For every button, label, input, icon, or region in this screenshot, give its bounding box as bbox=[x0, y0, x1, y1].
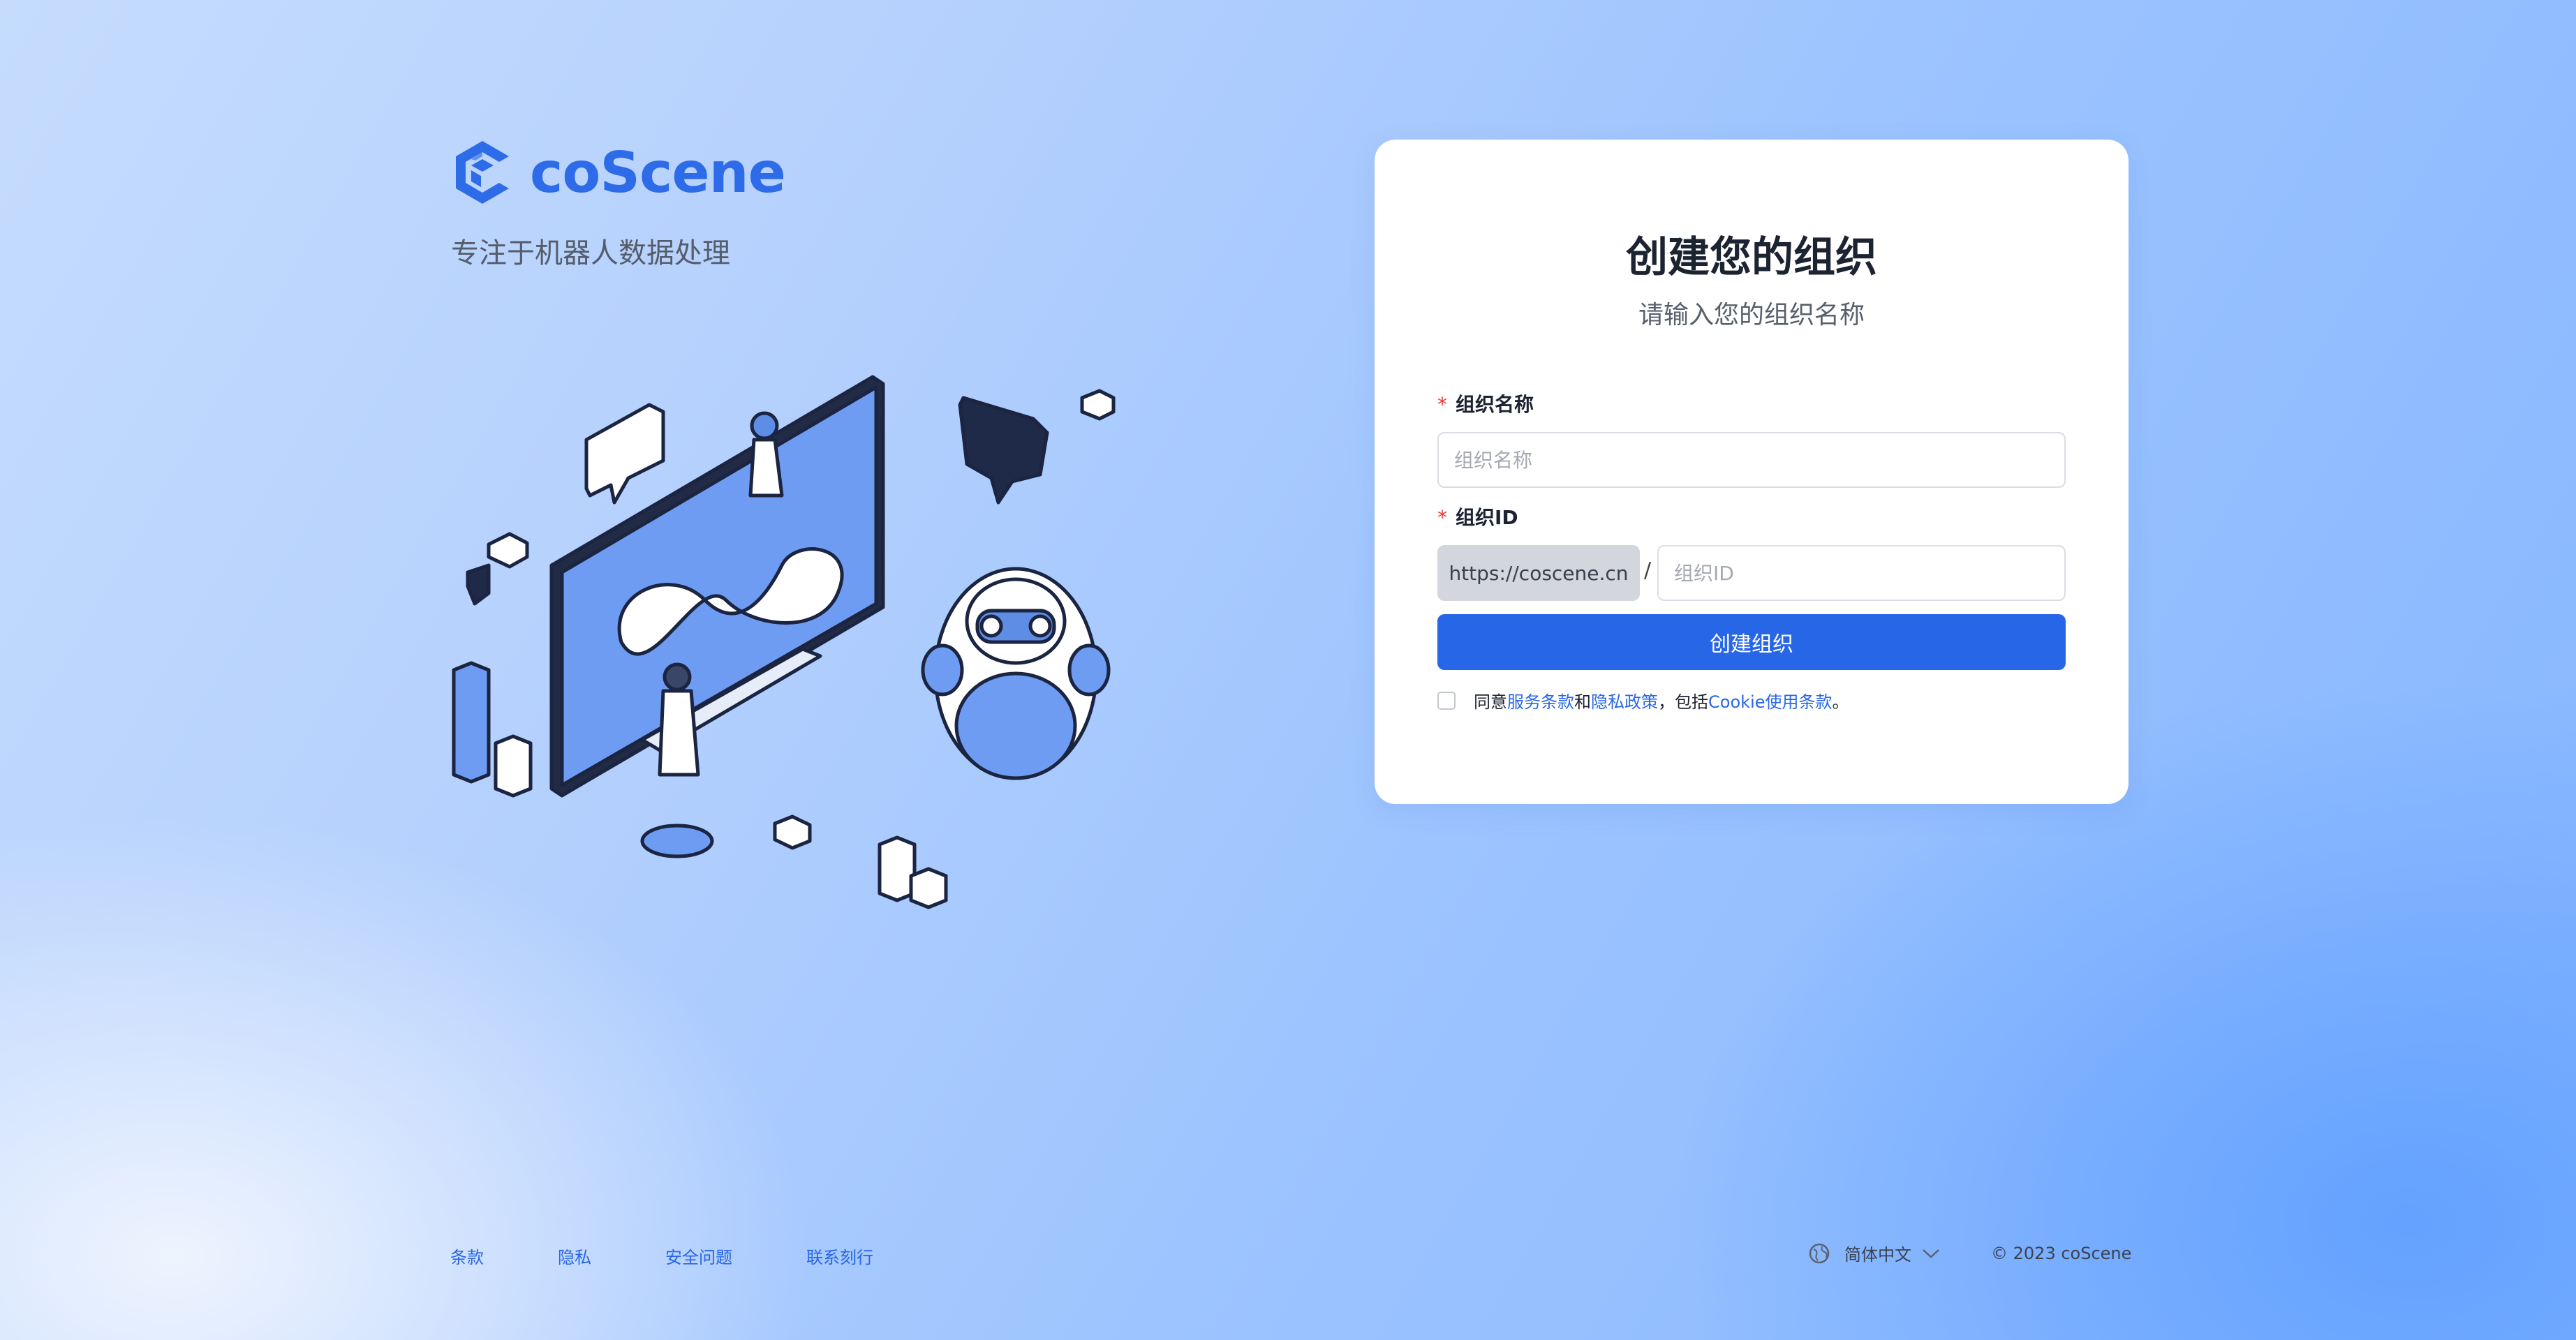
brand-logo: coScene bbox=[450, 138, 786, 207]
card-subtitle: 请输入您的组织名称 bbox=[1638, 301, 1865, 329]
card-title: 创建您的组织 bbox=[1626, 233, 1877, 282]
org-name-input[interactable] bbox=[1437, 432, 2066, 488]
chevron-down-icon bbox=[1923, 1249, 1939, 1258]
agreement-checkbox[interactable] bbox=[1437, 691, 1456, 710]
org-id-url-prefix: https://coscene.cn bbox=[1437, 545, 1640, 601]
globe-icon bbox=[1809, 1243, 1830, 1263]
create-organization-card: 创建您的组织 请输入您的组织名称 *组织名称 *组织ID https://cos… bbox=[1375, 140, 2129, 804]
footer-link-security[interactable]: 安全问题 bbox=[665, 1244, 732, 1268]
footer-link-terms[interactable]: 条款 bbox=[450, 1244, 484, 1268]
url-separator: / bbox=[1644, 558, 1652, 583]
privacy-policy-link[interactable]: 隐私政策 bbox=[1591, 688, 1658, 713]
footer-link-contact[interactable]: 联系刻行 bbox=[806, 1244, 873, 1268]
language-selector[interactable]: 简体中文 bbox=[1808, 1241, 1941, 1265]
agreement-row: 同意 服务条款和隐私政策 ，包括 Cookie使用条款。 bbox=[1437, 688, 1849, 713]
footer-link-privacy[interactable]: 隐私 bbox=[558, 1244, 591, 1268]
org-id-input[interactable] bbox=[1657, 545, 2066, 601]
terms-of-service-link[interactable]: 服务条款 bbox=[1507, 688, 1574, 713]
cookie-policy-link[interactable]: Cookie使用条款 bbox=[1708, 688, 1832, 713]
brand-name: coScene bbox=[530, 140, 786, 205]
copyright: © 2023 coScene bbox=[1991, 1244, 2132, 1263]
org-name-label: * 组织名称 bbox=[1437, 393, 1534, 416]
footer-links: 条款 隐私 安全问题 联系刻行 bbox=[450, 1244, 947, 1268]
brand-tagline: 专注于机器人数据处理 bbox=[451, 237, 730, 269]
coscene-logo-icon bbox=[456, 141, 509, 204]
required-mark: * bbox=[1437, 506, 1447, 529]
required-mark: * bbox=[1437, 393, 1447, 416]
org-id-label: * 组织ID bbox=[1437, 506, 1518, 529]
language-label: 简体中文 bbox=[1844, 1245, 1911, 1265]
hero-illustration bbox=[452, 375, 1116, 909]
create-organization-button[interactable]: 创建组织 bbox=[1437, 614, 2066, 670]
